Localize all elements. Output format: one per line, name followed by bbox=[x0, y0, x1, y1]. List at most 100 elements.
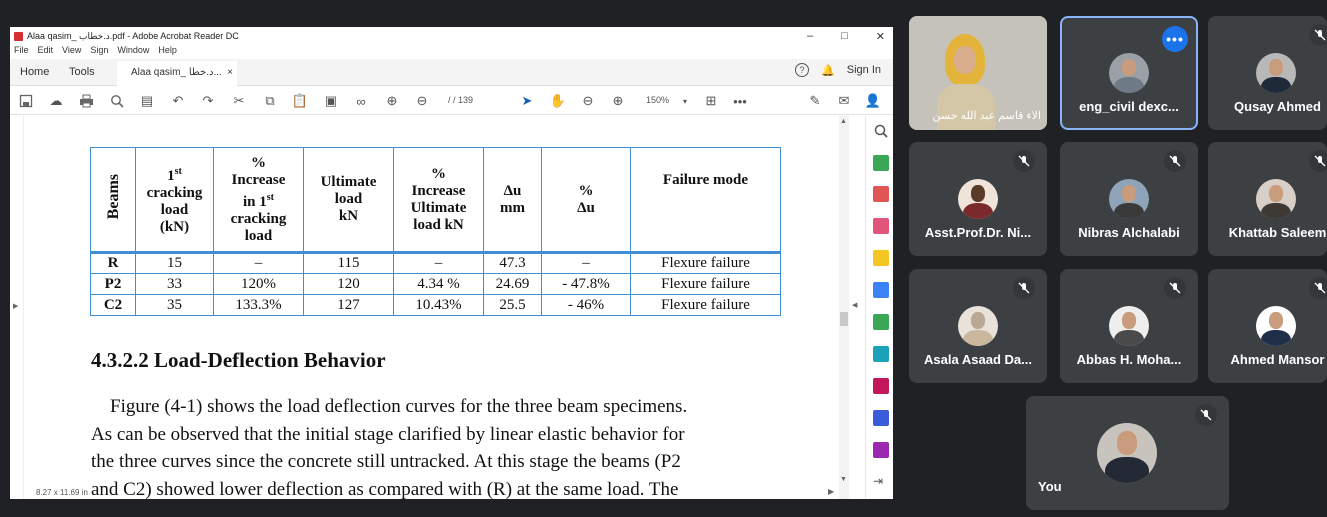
export-pdf-icon[interactable] bbox=[873, 155, 889, 171]
th-increase-first-crack: % Increase in 1st cracking load bbox=[213, 147, 304, 254]
edit-pdf-icon[interactable] bbox=[873, 218, 889, 234]
avatar bbox=[958, 179, 998, 219]
select-cursor-icon[interactable]: ➤ bbox=[519, 93, 535, 109]
tabs-bar: Home Tools Alaa qasim_ د.خطا... × ? 🔔 Si… bbox=[10, 59, 893, 86]
table-row: P2 33 120% 120 4.34 % 24.69 - 47.8% Flex… bbox=[90, 273, 781, 295]
protect-icon[interactable] bbox=[873, 410, 889, 426]
maximize-icon[interactable]: □ bbox=[841, 30, 848, 43]
search-icon[interactable] bbox=[873, 123, 889, 139]
scroll-thumb[interactable] bbox=[840, 312, 848, 326]
scroll-down-icon[interactable]: ▼ bbox=[840, 476, 847, 483]
participant-tile[interactable]: Khattab Saleem bbox=[1208, 142, 1327, 256]
zoom-in-icon[interactable]: ⊕ bbox=[610, 93, 626, 109]
avatar bbox=[1109, 179, 1149, 219]
collapse-rail-icon[interactable]: ◀ bbox=[852, 301, 857, 309]
self-tile[interactable]: You bbox=[1026, 396, 1229, 510]
participant-tile[interactable]: Asst.Prof.Dr. Ni... bbox=[909, 142, 1047, 256]
mic-off-icon bbox=[1013, 277, 1035, 299]
vertical-scrollbar[interactable]: ▲ ▼ bbox=[839, 116, 849, 499]
expand-left-icon[interactable]: ▶ bbox=[13, 302, 18, 310]
participant-name: الاء قاسم عبد الله حسن bbox=[932, 110, 1041, 122]
tab-document[interactable]: Alaa qasim_ د.خطا... × bbox=[117, 61, 237, 86]
scroll-up-icon[interactable]: ▲ bbox=[840, 118, 847, 125]
email-icon[interactable]: ✉ bbox=[836, 93, 852, 109]
tab-home[interactable]: Home bbox=[20, 66, 49, 78]
bell-icon[interactable]: 🔔 bbox=[821, 64, 835, 77]
next-page-icon[interactable]: ⊖ bbox=[414, 93, 430, 109]
avatar bbox=[1256, 179, 1296, 219]
acrobat-logo-icon bbox=[14, 31, 23, 41]
participant-tile[interactable]: Qusay Ahmed bbox=[1208, 16, 1327, 130]
results-table: Beams 1st cracking load (kN) % Increase … bbox=[90, 147, 781, 316]
title-bar: Alaa qasim_ د.خطاب.pdf - Adobe Acrobat R… bbox=[10, 27, 893, 45]
menu-edit[interactable]: Edit bbox=[38, 45, 54, 57]
fill-sign-icon[interactable] bbox=[873, 378, 889, 394]
participant-tile[interactable]: Ahmed Mansor bbox=[1208, 269, 1327, 383]
th-beams: Beams bbox=[90, 147, 136, 254]
combine-files-icon[interactable] bbox=[873, 282, 889, 298]
menu-view[interactable]: View bbox=[62, 45, 81, 57]
tab-tools[interactable]: Tools bbox=[69, 66, 95, 78]
snapshot-icon[interactable]: ▣ bbox=[323, 93, 339, 109]
menu-sign[interactable]: Sign bbox=[90, 45, 108, 57]
zoom-out-icon[interactable]: ⊖ bbox=[580, 93, 596, 109]
participant-tile-video[interactable]: الاء قاسم عبد الله حسن bbox=[909, 16, 1047, 130]
redo-icon[interactable]: ↷ bbox=[200, 93, 216, 109]
menu-file[interactable]: File bbox=[14, 45, 29, 57]
zoom-level[interactable]: 150% bbox=[646, 95, 669, 105]
create-pdf-icon[interactable] bbox=[873, 186, 889, 202]
hand-tool-icon[interactable]: ✋ bbox=[550, 93, 566, 109]
close-icon[interactable]: ✕ bbox=[876, 30, 885, 43]
prev-page-icon[interactable]: ⊕ bbox=[384, 93, 400, 109]
more-tools-icon[interactable]: ••• bbox=[732, 93, 748, 109]
clipboard-icon[interactable]: 📋 bbox=[292, 93, 308, 109]
page-indicator[interactable]: / / 139 bbox=[448, 95, 473, 105]
table-row: R 15 – 115 – 47.3 – Flexure failure bbox=[90, 252, 781, 274]
help-icon[interactable]: ? bbox=[795, 63, 810, 77]
binoculars-icon[interactable]: ∞ bbox=[353, 93, 369, 109]
menu-window[interactable]: Window bbox=[117, 45, 149, 57]
avatar bbox=[958, 306, 998, 346]
protect-doc-icon[interactable]: ▤ bbox=[139, 93, 155, 109]
th-failure-mode: Failure mode bbox=[630, 147, 781, 254]
save-icon[interactable] bbox=[18, 93, 34, 109]
find-icon[interactable] bbox=[109, 93, 125, 109]
chevron-down-icon[interactable]: ▾ bbox=[677, 93, 693, 109]
participant-tile[interactable]: Abbas H. Moha... bbox=[1060, 269, 1198, 383]
mic-off-icon bbox=[1309, 24, 1327, 46]
left-gutter: ▶ bbox=[10, 116, 24, 499]
sign-pen-icon[interactable]: ✎ bbox=[807, 93, 823, 109]
participant-name: Ahmed Mansor bbox=[1230, 352, 1325, 367]
participant-tile-pinned[interactable]: ••• eng_civil dexc... bbox=[1060, 16, 1198, 130]
menu-bar: File Edit View Sign Window Help bbox=[14, 45, 177, 57]
participant-tile[interactable]: Asala Asaad Da... bbox=[909, 269, 1047, 383]
fit-page-icon[interactable]: ⊞ bbox=[703, 93, 719, 109]
more-tools-rail-icon[interactable] bbox=[873, 442, 889, 458]
comment-icon[interactable] bbox=[873, 250, 889, 266]
participant-name: You bbox=[1038, 479, 1062, 494]
menu-help[interactable]: Help bbox=[158, 45, 177, 57]
mic-off-icon bbox=[1164, 277, 1186, 299]
add-user-icon[interactable]: 👤 bbox=[865, 93, 881, 109]
tools-rail: ⇥ bbox=[865, 116, 893, 499]
more-options-button[interactable]: ••• bbox=[1162, 26, 1188, 52]
scroll-right-icon[interactable]: ▶ bbox=[828, 487, 834, 496]
page-size-label: 8.27 x 11.69 in bbox=[36, 488, 88, 497]
compress-pdf-icon[interactable] bbox=[873, 346, 889, 362]
print-icon[interactable] bbox=[78, 93, 94, 109]
document-view[interactable]: ▶ Beams 1st cracking load (kN) % Increas… bbox=[10, 116, 855, 499]
close-tab-icon[interactable]: × bbox=[227, 67, 233, 78]
organize-pages-icon[interactable] bbox=[873, 314, 889, 330]
undo-icon[interactable]: ↶ bbox=[170, 93, 186, 109]
section-heading: 4.3.2.2 Load-Deflection Behavior bbox=[91, 348, 386, 372]
participant-tile[interactable]: Nibras Alchalabi bbox=[1060, 142, 1198, 256]
participant-name: Abbas H. Moha... bbox=[1076, 352, 1182, 367]
expand-rail-icon[interactable]: ⇥ bbox=[873, 474, 889, 490]
scissors-icon[interactable]: ✂ bbox=[231, 93, 247, 109]
paragraph-line: and C2) showed lower deflection as compa… bbox=[91, 478, 679, 500]
sign-in-button[interactable]: Sign In bbox=[847, 64, 881, 76]
copy-icon[interactable]: ⧉ bbox=[262, 93, 278, 109]
minimize-icon[interactable]: – bbox=[807, 30, 813, 43]
toolbar: ☁ ▤ ↶ ↷ ✂ ⧉ 📋 ▣ ∞ ⊕ ⊖ / / 139 ➤ ✋ ⊖ ⊕ 15… bbox=[10, 87, 893, 115]
upload-cloud-icon[interactable]: ☁ bbox=[48, 93, 64, 109]
